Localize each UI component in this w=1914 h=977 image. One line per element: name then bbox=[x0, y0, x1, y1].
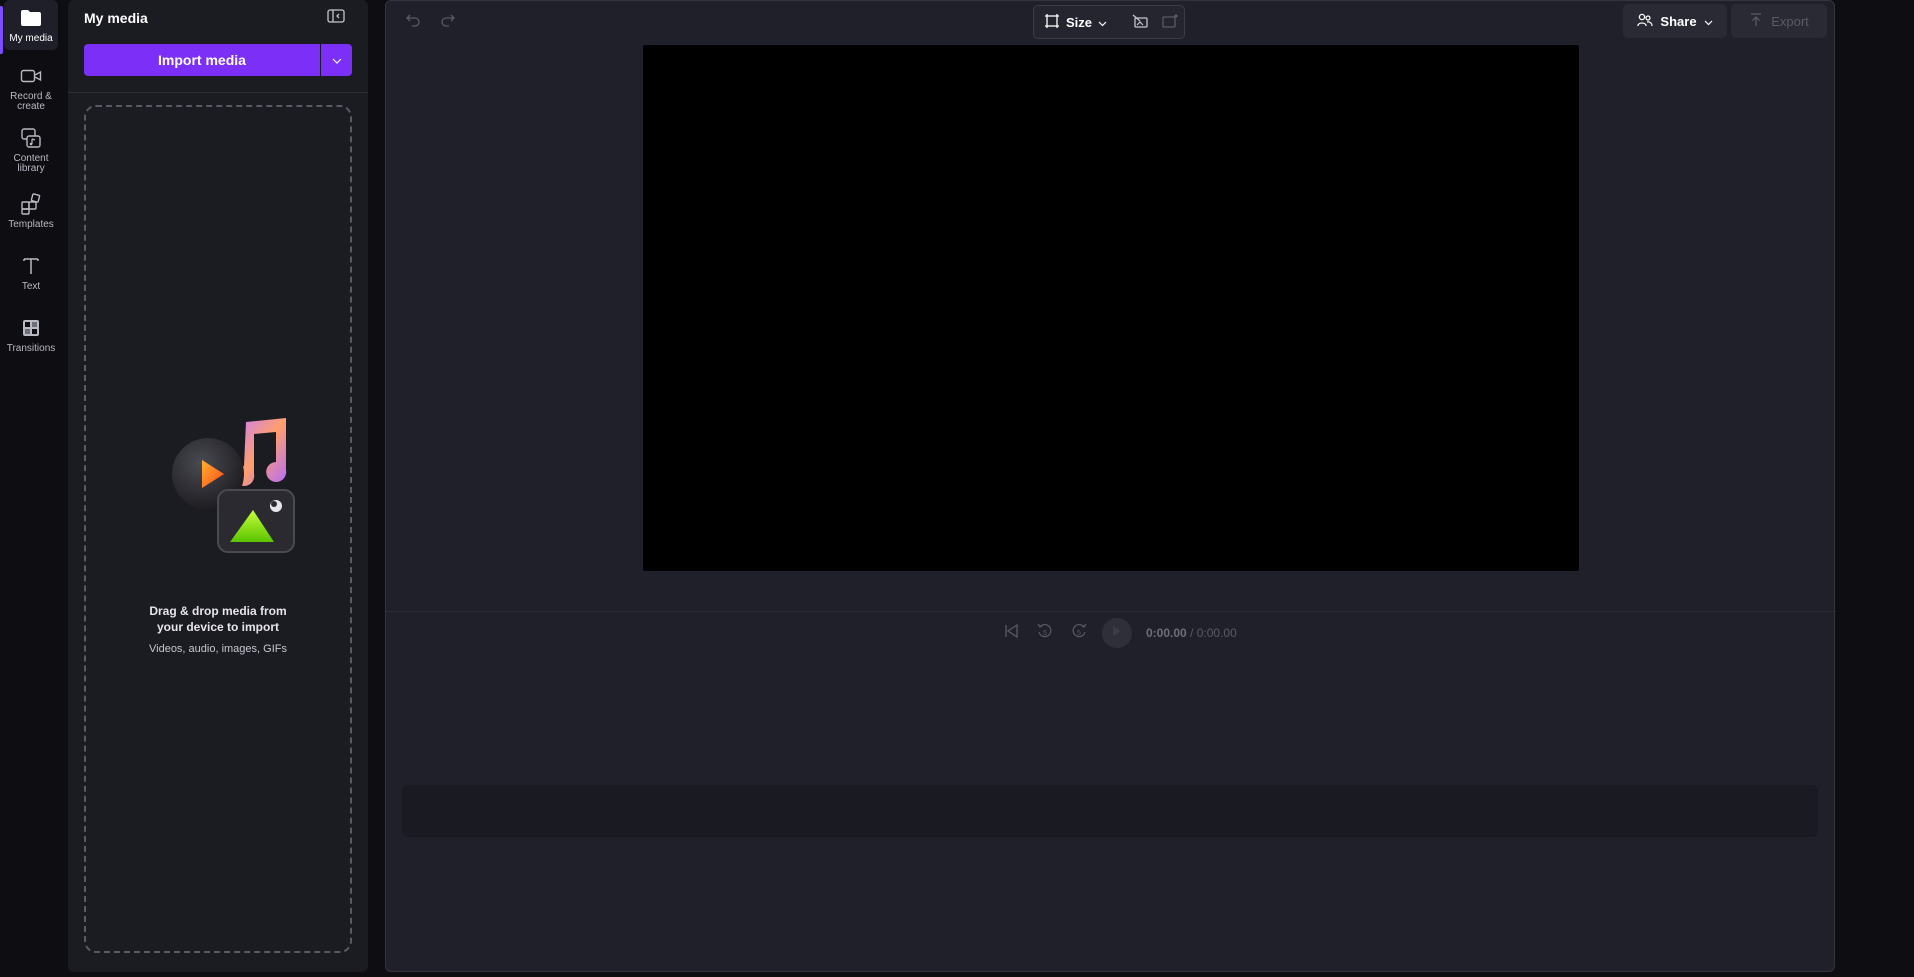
import-options-dropdown[interactable] bbox=[321, 44, 352, 76]
playback-controls: 5 5 0:00.00 / 0:00.00 bbox=[1000, 618, 1237, 648]
play-button[interactable] bbox=[1102, 618, 1132, 648]
undo-button[interactable] bbox=[402, 11, 424, 33]
rail-item-templates[interactable]: Templates bbox=[0, 192, 62, 230]
transitions-icon bbox=[19, 316, 43, 340]
forward-5s-button[interactable]: 5 bbox=[1068, 622, 1090, 644]
text-icon bbox=[19, 254, 43, 278]
rail-label: Text bbox=[21, 281, 41, 292]
undo-icon bbox=[405, 13, 421, 32]
panel-title: My media bbox=[84, 10, 148, 26]
add-scene-button[interactable] bbox=[1160, 13, 1180, 33]
svg-text:5: 5 bbox=[1077, 630, 1081, 637]
rail-item-record-create[interactable]: Record & create bbox=[0, 64, 62, 112]
current-time: 0:00.00 bbox=[1146, 626, 1187, 640]
people-icon bbox=[1637, 13, 1654, 30]
canvas-toolbar: Size bbox=[1033, 5, 1185, 39]
time-display: 0:00.00 / 0:00.00 bbox=[1146, 626, 1237, 640]
redo-button[interactable] bbox=[437, 11, 459, 33]
skip-to-start-button[interactable] bbox=[1000, 622, 1022, 644]
rail-label: Transitions bbox=[6, 343, 56, 354]
add-frame-icon bbox=[1161, 13, 1179, 34]
media-illustration-icon bbox=[170, 412, 300, 557]
export-label: Export bbox=[1771, 13, 1809, 29]
video-camera-icon bbox=[19, 64, 43, 88]
rail-item-content-library[interactable]: Content library bbox=[0, 126, 62, 174]
rail-item-my-media[interactable]: My media bbox=[0, 6, 62, 54]
templates-icon bbox=[19, 192, 43, 216]
editor-main: Size Share Export 5 5 0:00.00 / 0:00.00 bbox=[385, 0, 1836, 972]
image-edit-icon bbox=[1131, 13, 1149, 34]
collapse-panel-button[interactable] bbox=[325, 8, 347, 28]
drop-title-line: Drag & drop media from bbox=[149, 604, 287, 618]
svg-text:5: 5 bbox=[1043, 630, 1047, 637]
chevron-down-icon bbox=[1098, 15, 1107, 30]
size-button[interactable]: Size bbox=[1044, 11, 1107, 33]
rail-label: My media bbox=[9, 33, 53, 44]
timeline-track[interactable] bbox=[402, 785, 1818, 837]
share-button[interactable]: Share bbox=[1623, 4, 1727, 38]
panel-divider bbox=[68, 92, 368, 93]
collapse-panel-icon bbox=[327, 8, 345, 28]
rail-label: Templates bbox=[8, 219, 54, 230]
library-icon bbox=[19, 126, 43, 150]
drop-title-line: your device to import bbox=[156, 620, 280, 634]
total-time: / 0:00.00 bbox=[1190, 626, 1237, 640]
chevron-down-icon bbox=[332, 51, 342, 69]
forward-icon: 5 bbox=[1070, 622, 1088, 645]
upload-icon bbox=[1749, 12, 1763, 30]
rewind-5s-button[interactable]: 5 bbox=[1034, 622, 1056, 644]
size-label: Size bbox=[1066, 14, 1093, 30]
share-label: Share bbox=[1660, 13, 1697, 29]
rail-label: Content library bbox=[13, 153, 49, 174]
play-icon bbox=[1112, 624, 1122, 642]
export-button[interactable]: Export bbox=[1731, 4, 1827, 38]
rail-item-text[interactable]: Text bbox=[0, 254, 62, 292]
media-dropzone[interactable]: Drag & drop media from your device to im… bbox=[84, 105, 352, 953]
rail-label: Record & create bbox=[10, 91, 52, 112]
preview-divider bbox=[386, 611, 1836, 612]
nav-rail: My media Record & create Content library… bbox=[0, 0, 62, 977]
rail-item-transitions[interactable]: Transitions bbox=[0, 316, 62, 354]
folder-icon bbox=[19, 6, 43, 30]
chevron-down-icon bbox=[1704, 14, 1713, 29]
aspect-ratio-icon bbox=[1044, 13, 1060, 32]
drop-instructions: Drag & drop media from your device to im… bbox=[86, 603, 350, 635]
skip-start-icon bbox=[1003, 623, 1019, 644]
media-panel: My media Import media Drag & drop media … bbox=[68, 0, 368, 972]
video-preview-canvas[interactable] bbox=[643, 45, 1579, 571]
redo-icon bbox=[440, 13, 456, 32]
import-media-button[interactable]: Import media bbox=[84, 44, 320, 76]
supported-formats: Videos, audio, images, GIFs bbox=[149, 643, 287, 655]
rewind-icon: 5 bbox=[1036, 622, 1054, 645]
fill-fit-button[interactable] bbox=[1130, 13, 1150, 33]
